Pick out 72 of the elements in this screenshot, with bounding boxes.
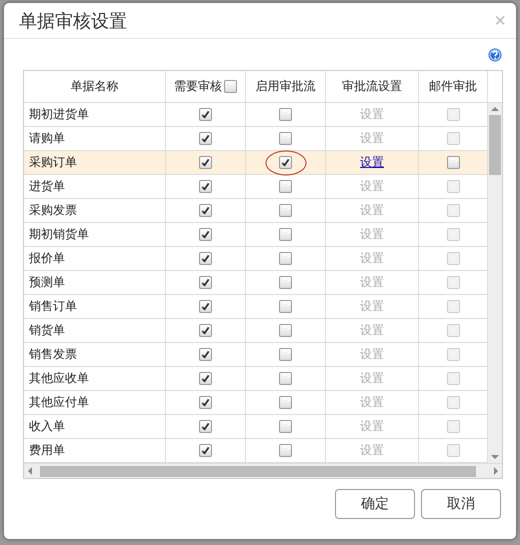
table-row[interactable]: 进货单 设置 — [24, 175, 488, 199]
column-header: 需要审核 — [174, 78, 222, 95]
table-cell: 收入单 — [24, 415, 166, 438]
checkbox[interactable] — [279, 252, 292, 265]
checkbox[interactable] — [279, 444, 292, 457]
horizontal-scrollbar[interactable] — [24, 463, 502, 478]
table-cell: 采购发票 — [24, 199, 166, 222]
table-cell: 其他应付单 — [24, 391, 166, 414]
checkbox[interactable] — [199, 156, 212, 169]
checkbox[interactable] — [279, 180, 292, 193]
table-row[interactable]: 销售订单 设置 — [24, 295, 488, 319]
table-cell: 其他应收单 — [24, 367, 166, 390]
checkbox[interactable] — [199, 396, 212, 409]
table-row[interactable]: 期初进货单 设置 — [24, 103, 488, 127]
table-cell: 费用单 — [24, 439, 166, 462]
dialog-button[interactable]: 确定 — [335, 489, 415, 519]
checkbox[interactable] — [199, 444, 212, 457]
checkbox[interactable] — [199, 276, 212, 289]
checkbox[interactable] — [279, 324, 292, 337]
checkbox[interactable] — [279, 348, 292, 361]
table-cell: 销售发票 — [24, 343, 166, 366]
vertical-scrollbar[interactable] — [488, 103, 502, 463]
checkbox[interactable] — [199, 108, 212, 121]
checkbox[interactable] — [279, 372, 292, 385]
checkbox[interactable] — [224, 80, 237, 93]
checkbox[interactable] — [199, 252, 212, 265]
table-row[interactable]: 预测单 设置 — [24, 271, 488, 295]
table-row[interactable]: 收入单 设置 — [24, 415, 488, 439]
table-cell: 期初进货单 — [24, 103, 166, 126]
checkbox[interactable] — [199, 420, 212, 433]
checkbox[interactable] — [279, 396, 292, 409]
table-cell: 预测单 — [24, 271, 166, 294]
checkbox[interactable] — [279, 108, 292, 121]
table-cell: 销货单 — [24, 319, 166, 342]
table-row[interactable]: 采购订单 设置 — [24, 151, 488, 175]
checkbox[interactable] — [279, 228, 292, 241]
table-row[interactable]: 其他应收单 设置 — [24, 367, 488, 391]
table-cell: 采购订单 — [24, 151, 166, 174]
help-icon[interactable] — [488, 48, 502, 62]
checkbox[interactable] — [199, 300, 212, 313]
column-header: 邮件审批 — [419, 71, 488, 102]
checkbox[interactable] — [279, 156, 292, 169]
checkbox[interactable] — [279, 132, 292, 145]
checkbox[interactable] — [279, 420, 292, 433]
column-header: 审批流设置 — [326, 71, 419, 102]
table-cell: 报价单 — [24, 247, 166, 270]
column-header: 单据名称 — [24, 71, 166, 102]
settings-link[interactable]: 设置 — [360, 154, 384, 171]
table-row[interactable]: 报价单 设置 — [24, 247, 488, 271]
table-cell: 销售订单 — [24, 295, 166, 318]
checkbox[interactable] — [199, 324, 212, 337]
column-header: 启用审批流 — [246, 71, 326, 102]
checkbox[interactable] — [279, 276, 292, 289]
table-row[interactable]: 其他应付单 设置 — [24, 391, 488, 415]
table-cell: 请购单 — [24, 127, 166, 150]
checkbox[interactable] — [199, 372, 212, 385]
table-cell: 进货单 — [24, 175, 166, 198]
checkbox[interactable] — [279, 300, 292, 313]
table-cell: 期初销货单 — [24, 223, 166, 246]
checkbox[interactable] — [446, 156, 460, 169]
checkbox[interactable] — [199, 348, 212, 361]
checkbox[interactable] — [199, 180, 212, 193]
checkbox[interactable] — [199, 228, 212, 241]
checkbox[interactable] — [279, 204, 292, 217]
checkbox[interactable] — [199, 204, 212, 217]
table-row[interactable]: 采购发票 设置 — [24, 199, 488, 223]
table-row[interactable]: 销售发票 设置 — [24, 343, 488, 367]
dialog-button[interactable]: 取消 — [421, 489, 501, 519]
table-row[interactable]: 销货单 设置 — [24, 319, 488, 343]
table-row[interactable]: 期初销货单 设置 — [24, 223, 488, 247]
dialog-title: 单据审核设置 — [19, 10, 127, 32]
checkbox[interactable] — [199, 132, 212, 145]
